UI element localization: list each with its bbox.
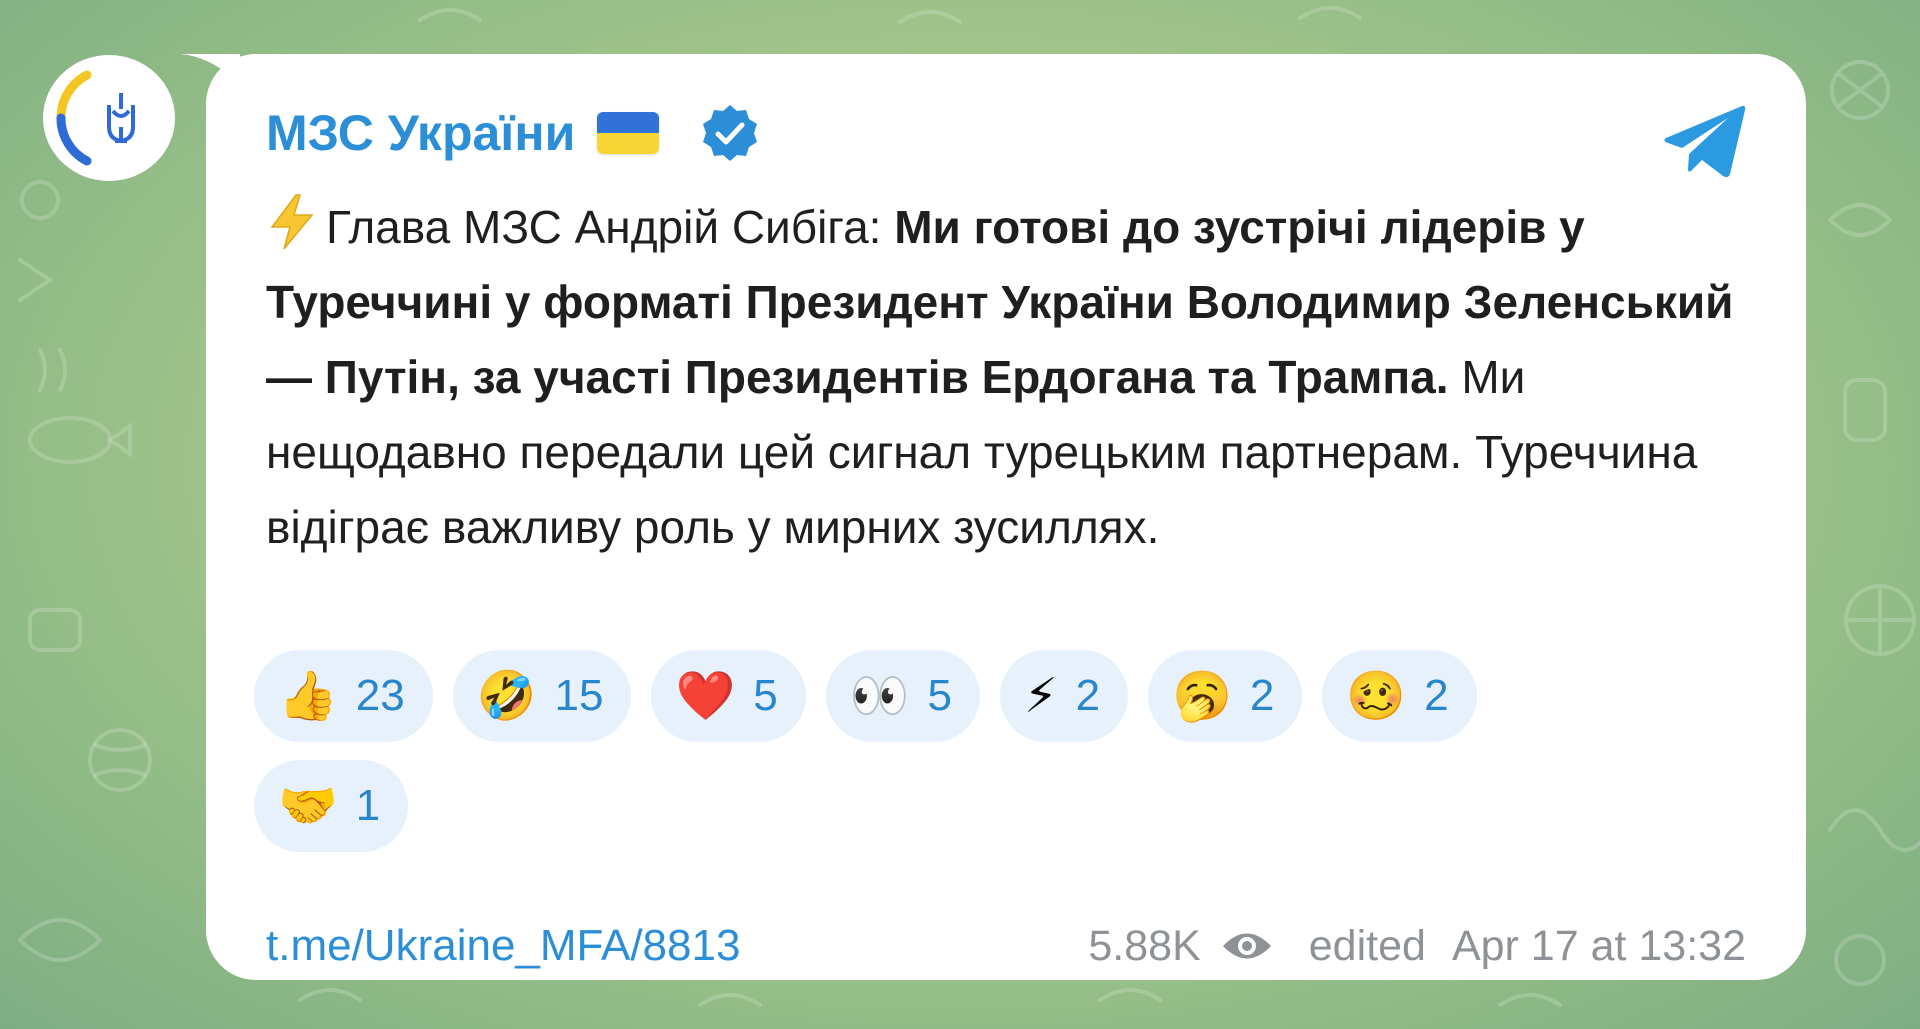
reaction-woozy[interactable]: 🥴 2: [1322, 650, 1477, 742]
handshake-icon: 🤝: [278, 778, 338, 834]
message-footer: t.me/Ukraine_MFA/8813 5.88K edited Apr 1…: [266, 916, 1746, 976]
message-header: МЗС України: [266, 98, 761, 168]
lightning-icon: ⚡: [1023, 668, 1058, 724]
reaction-count: 2: [1075, 671, 1101, 720]
reaction-eyes[interactable]: 👀 5: [825, 650, 980, 742]
reaction-count: 1: [355, 781, 381, 830]
eyes-icon: 👀: [849, 668, 910, 724]
reaction-count: 5: [927, 671, 952, 720]
reaction-count: 23: [355, 671, 405, 720]
reaction-lightning[interactable]: ⚡ 2: [999, 650, 1129, 742]
yawning-face-icon: 🥱: [1172, 668, 1232, 724]
channel-avatar[interactable]: [43, 55, 175, 181]
reaction-count: 2: [1249, 671, 1275, 720]
message-prefix: Глава МЗС Андрій Сибіга:: [326, 201, 895, 253]
woozy-face-icon: 🥴: [1346, 668, 1407, 724]
reaction-heart[interactable]: ❤️ 5: [651, 650, 806, 742]
message-timestamp: Apr 17 at 13:32: [1451, 921, 1746, 970]
view-count: 5.88K: [1088, 921, 1201, 970]
ukraine-trident-logo: [49, 58, 169, 178]
lightning-icon: [270, 194, 314, 250]
message-text: Глава МЗС Андрій Сибіга: Ми готові до зу…: [266, 190, 1746, 565]
thumbs-up-icon: 👍: [278, 668, 338, 724]
eye-icon: [1222, 933, 1271, 959]
reaction-thumbs-up[interactable]: 👍 23: [254, 650, 433, 742]
message-bubble: МЗС України Глава МЗС Андрій Сибіга: Ми …: [206, 54, 1806, 980]
reaction-count: 5: [753, 671, 778, 720]
red-heart-icon: ❤️: [675, 668, 736, 724]
verified-badge-icon: [703, 105, 758, 161]
reaction-count: 15: [554, 671, 604, 720]
message-meta: 5.88K edited Apr 17 at 13:32: [1088, 922, 1746, 971]
ukraine-flag-icon: [597, 112, 660, 154]
reaction-handshake[interactable]: 🤝 1: [254, 760, 409, 852]
telegram-share-icon[interactable]: [1658, 94, 1750, 186]
reaction-count: 2: [1424, 671, 1449, 720]
reaction-yawning[interactable]: 🥱 2: [1148, 650, 1303, 742]
edited-label: edited: [1308, 921, 1426, 970]
post-link[interactable]: t.me/Ukraine_MFA/8813: [266, 921, 740, 971]
reaction-rofl[interactable]: 🤣 15: [452, 650, 632, 742]
channel-name[interactable]: МЗС України: [266, 104, 575, 162]
rofl-face-icon: 🤣: [476, 668, 537, 724]
reactions-bar: 👍 23 🤣 15 ❤️ 5 👀 5 ⚡ 2 🥱 2 🥴 2 🤝 1: [254, 650, 1634, 852]
